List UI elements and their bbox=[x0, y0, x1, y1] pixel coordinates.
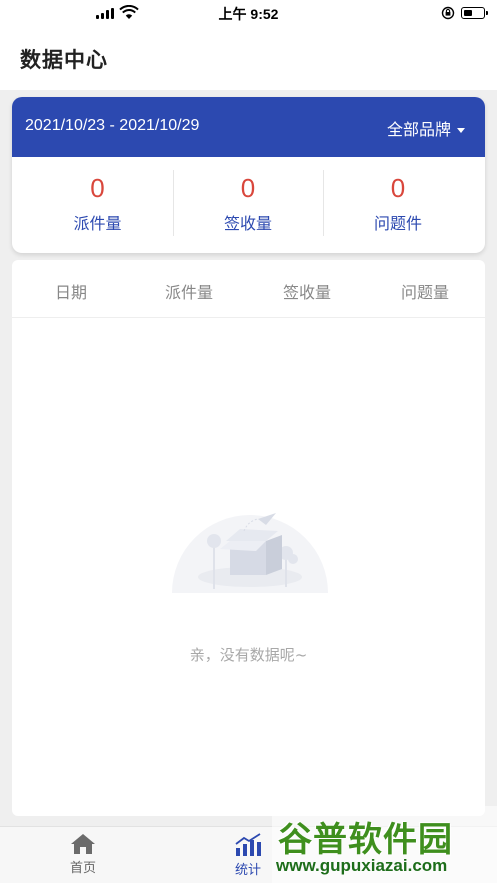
stat-value: 0 bbox=[390, 173, 406, 203]
home-icon bbox=[71, 834, 95, 854]
status-bar: 上午 9:52 bbox=[0, 0, 497, 26]
stat-dispatched[interactable]: 0 派件量 bbox=[22, 157, 173, 253]
page-title: 数据中心 bbox=[20, 48, 108, 72]
data-table: 日期 派件量 签收量 问题量 亲，没有数据呢~ bbox=[12, 260, 485, 816]
stat-value: 0 bbox=[90, 173, 105, 203]
tab-home[interactable]: 首页 bbox=[23, 827, 143, 883]
empty-box-icon bbox=[172, 513, 328, 593]
column-header-date: 日期 bbox=[54, 283, 87, 302]
watermark-url: www.gupuxiazai.com bbox=[276, 856, 448, 875]
navigation-bar: 数据中心 bbox=[0, 26, 497, 90]
tab-label: 首页 bbox=[69, 861, 96, 876]
brand-filter-dropdown[interactable]: 全部品牌 bbox=[387, 116, 465, 140]
summary-card: 2021/10/23 - 2021/10/29 全部品牌 0 派件量 0 签收量… bbox=[12, 97, 485, 253]
brand-filter-label: 全部品牌 bbox=[386, 120, 451, 139]
watermark-text: 谷普软件园 bbox=[278, 820, 453, 860]
caret-down-icon bbox=[457, 128, 465, 133]
date-range-picker[interactable]: 2021/10/23 - 2021/10/29 bbox=[25, 117, 199, 135]
stat-value: 0 bbox=[240, 173, 256, 203]
stat-problem[interactable]: 0 问题件 bbox=[323, 157, 473, 253]
stat-label: 问题件 bbox=[373, 214, 422, 233]
stat-label: 派件量 bbox=[73, 214, 122, 233]
bar-chart-icon bbox=[235, 833, 261, 856]
watermark: 谷普软件园 www.gupuxiazai.com bbox=[272, 806, 497, 883]
column-header-signed: 签收量 bbox=[282, 283, 331, 302]
column-header-problem: 问题量 bbox=[400, 283, 449, 302]
empty-state-message: 亲，没有数据呢~ bbox=[189, 646, 308, 664]
summary-header: 2021/10/23 - 2021/10/29 全部品牌 bbox=[12, 97, 485, 157]
column-header-dispatched: 派件量 bbox=[164, 283, 213, 302]
stat-signed[interactable]: 0 签收量 bbox=[173, 157, 323, 253]
battery-icon bbox=[461, 7, 488, 19]
status-time: 上午 9:52 bbox=[218, 6, 279, 22]
stat-label: 签收量 bbox=[223, 214, 272, 233]
orientation-lock-icon bbox=[441, 6, 455, 20]
table-header: 日期 派件量 签收量 问题量 bbox=[12, 260, 485, 318]
